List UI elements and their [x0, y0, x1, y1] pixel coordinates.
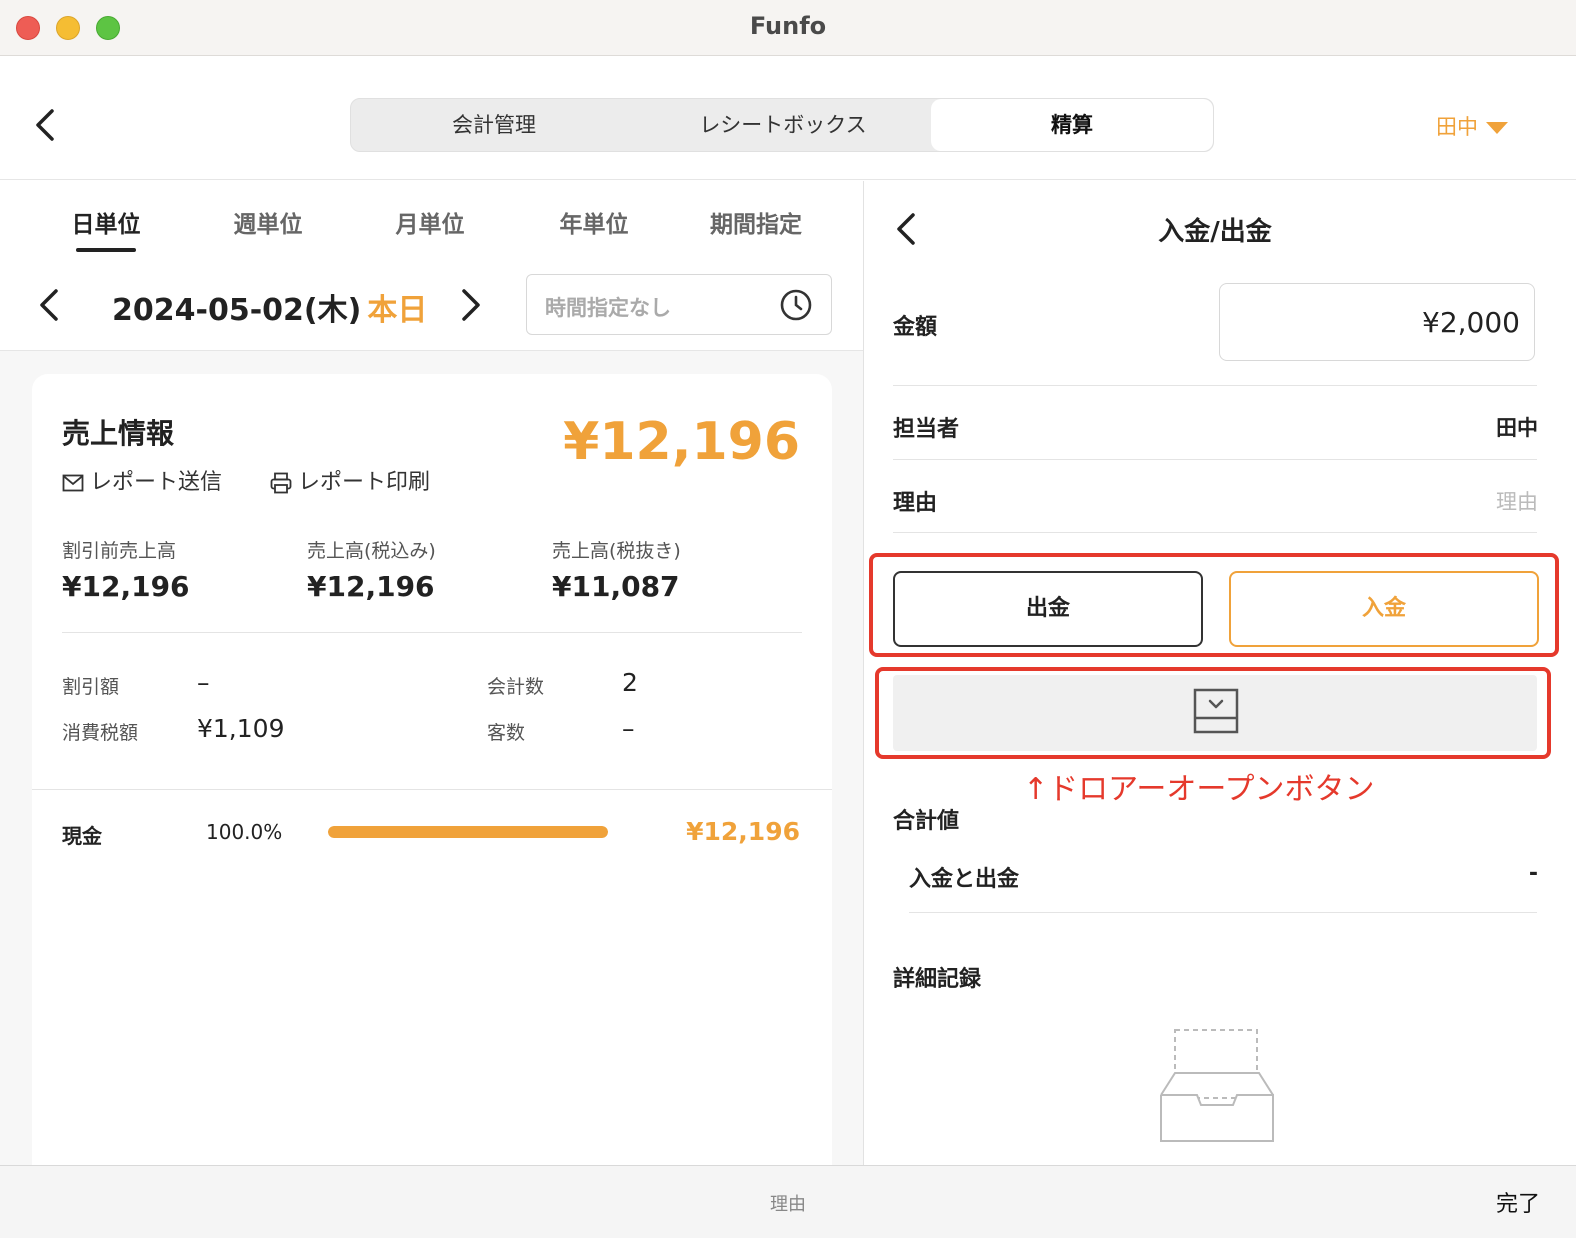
discount-value: –	[197, 668, 210, 697]
amount-label: 金額	[893, 315, 938, 340]
tax-label: 消費税額	[62, 722, 139, 744]
top-header: 会計管理 レシートボックス 精算 田中	[0, 57, 1576, 180]
period-tab-month[interactable]: 月単位	[360, 205, 500, 239]
cash-drawer-icon	[1193, 688, 1239, 734]
sales-total: ¥12,196	[563, 412, 800, 472]
sum-row-label: 入金と出金	[909, 867, 1020, 892]
period-tab-year[interactable]: 年単位	[524, 205, 664, 239]
clock-icon	[780, 289, 812, 321]
reason-field-placeholder: 理由	[770, 1194, 806, 1215]
send-report-label: レポート送信	[90, 470, 223, 495]
main-tab-segment: 会計管理 レシートボックス 精算	[350, 98, 1214, 152]
payment-divider	[32, 789, 832, 790]
tab-accounting[interactable]: 会計管理	[351, 99, 637, 151]
metric-label-tax-excl: 売上高(税抜き)	[552, 540, 681, 562]
user-name: 田中	[1436, 115, 1478, 139]
keyboard-accessory-bar: 理由 完了	[0, 1165, 1576, 1238]
sum-row-value: -	[1528, 861, 1538, 886]
cash-in-out-panel: 入金/出金 金額 ¥2,000 担当者 田中 理由 理由 出金 入金 ↑ドロアー…	[865, 181, 1576, 1165]
metric-value-tax-incl: ¥12,196	[307, 570, 435, 603]
time-filter-input[interactable]: 時間指定なし	[526, 274, 832, 335]
time-filter-placeholder: 時間指定なし	[545, 296, 671, 320]
transaction-count-value: 2	[622, 668, 638, 697]
period-tab-week[interactable]: 週単位	[198, 205, 338, 239]
period-bar: 日単位 週単位 月単位 年単位 期間指定 2024-05-02(木) 本日 時間指…	[0, 181, 863, 351]
customer-count-value: –	[622, 714, 635, 743]
row-divider	[893, 385, 1537, 386]
caret-down-icon	[1486, 122, 1508, 134]
panel-title: 入金/出金	[1158, 217, 1272, 247]
print-report-label: レポート印刷	[298, 470, 431, 495]
reason-input[interactable]: 理由	[1496, 486, 1538, 516]
mail-icon	[62, 474, 84, 492]
detail-heading: 詳細記録	[893, 967, 982, 992]
staff-value[interactable]: 田中	[1496, 412, 1538, 442]
row-divider	[893, 532, 1537, 533]
withdraw-button[interactable]: 出金	[893, 571, 1203, 647]
active-tab-indicator	[76, 248, 136, 252]
previous-date-icon[interactable]	[34, 285, 64, 325]
print-report-link[interactable]: レポート印刷	[270, 464, 430, 496]
metric-value-gross: ¥12,196	[62, 570, 190, 603]
metric-value-tax-excl: ¥11,087	[552, 570, 680, 603]
staff-label: 担当者	[893, 417, 960, 442]
printer-icon	[270, 472, 292, 494]
tab-settlement[interactable]: 精算	[931, 99, 1213, 151]
customer-count-label: 客数	[487, 722, 526, 744]
today-label[interactable]: 本日	[367, 293, 427, 328]
open-drawer-button[interactable]	[893, 675, 1537, 751]
amount-value: ¥2,000	[1422, 306, 1520, 339]
metrics-divider	[62, 632, 802, 633]
current-date: 2024-05-02(木) 本日	[112, 285, 427, 329]
next-date-icon[interactable]	[456, 285, 486, 325]
period-tab-day[interactable]: 日単位	[36, 205, 176, 239]
metric-label-gross: 割引前売上高	[62, 540, 177, 562]
user-dropdown[interactable]: 田中	[1436, 111, 1508, 141]
window-titlebar: Funfo	[0, 0, 1576, 56]
window-title: Funfo	[749, 12, 827, 40]
empty-tray-icon	[1160, 1029, 1274, 1142]
back-arrow-icon[interactable]	[30, 105, 60, 145]
date-value: 2024-05-02(木)	[112, 293, 362, 328]
sales-info-card: 売上情報 ¥12,196 レポート送信 レポート印刷 割引前売上高 ¥12,19…	[32, 374, 832, 1165]
transaction-count-label: 会計数	[487, 676, 545, 698]
card-title: 売上情報	[62, 417, 175, 450]
drawer-button-annotation: ↑ドロアーオープンボタン	[1023, 772, 1375, 807]
deposit-button[interactable]: 入金	[1229, 571, 1539, 647]
row-divider	[893, 459, 1537, 460]
metric-label-tax-incl: 売上高(税込み)	[307, 540, 436, 562]
payment-share-bar	[328, 826, 608, 838]
period-tab-range[interactable]: 期間指定	[686, 205, 826, 239]
done-button[interactable]: 完了	[1496, 1186, 1540, 1218]
tax-value: ¥1,109	[197, 714, 285, 743]
payment-share-fill	[328, 826, 608, 838]
row-divider	[909, 912, 1537, 913]
amount-input[interactable]: ¥2,000	[1219, 283, 1535, 361]
discount-label: 割引額	[62, 676, 120, 698]
payment-percent: 100.0%	[206, 820, 283, 844]
send-report-link[interactable]: レポート送信	[62, 464, 222, 496]
sales-panel: 日単位 週単位 月単位 年単位 期間指定 2024-05-02(木) 本日 時間指…	[0, 181, 864, 1165]
tab-receipt-box[interactable]: レシートボックス	[637, 99, 929, 151]
total-heading: 合計値	[893, 809, 960, 834]
payment-method-label: 現金	[62, 824, 102, 848]
reason-label: 理由	[893, 491, 938, 516]
payment-amount: ¥12,196	[686, 817, 800, 846]
